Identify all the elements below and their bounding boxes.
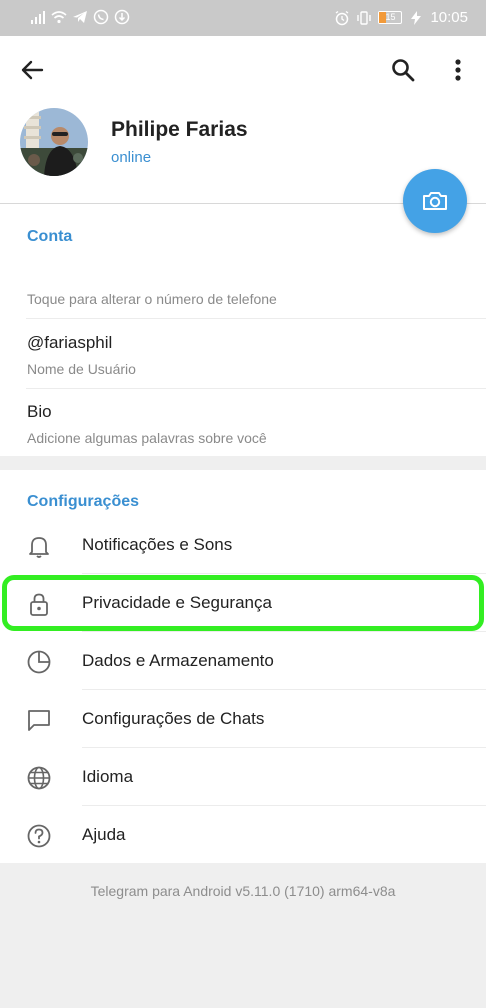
chat-bubble-icon: [28, 710, 50, 731]
username-hint: Nome de Usuário: [27, 361, 136, 377]
search-icon[interactable]: [389, 56, 417, 84]
charging-icon: [411, 10, 422, 25]
help-icon: [27, 824, 51, 848]
settings-item-label: Dados e Armazenamento: [82, 651, 274, 670]
settings-item-data-storage[interactable]: Dados e Armazenamento: [0, 632, 486, 690]
globe-icon: [27, 766, 51, 790]
vibrate-icon: [357, 10, 372, 25]
pie-chart-icon: [27, 650, 51, 674]
signal-icon: [31, 11, 45, 24]
bell-icon: [29, 537, 49, 558]
wifi-icon: [51, 11, 67, 24]
back-arrow-icon[interactable]: [18, 56, 46, 84]
settings-item-label: Ajuda: [82, 825, 126, 844]
settings-item-help[interactable]: Ajuda: [0, 806, 486, 864]
bio-hint: Adicione algumas palavras sobre você: [27, 430, 267, 446]
settings-item-chat-settings[interactable]: Configurações de Chats: [0, 690, 486, 748]
account-section: Conta Toque para alterar o número de tel…: [0, 203, 486, 456]
highlight-box: [2, 575, 484, 631]
app-version: Telegram para Android v5.11.0 (1710) arm…: [90, 883, 396, 899]
status-bar: 15 10:05: [0, 0, 486, 36]
username-value: @fariasphil: [27, 333, 113, 352]
settings-item-label: Configurações de Chats: [82, 709, 265, 728]
battery-level: 15: [385, 12, 396, 22]
bio-row[interactable]: Bio Adicione algumas palavras sobre você: [0, 389, 486, 457]
bio-value: Bio: [27, 402, 52, 421]
more-options-icon[interactable]: [446, 56, 470, 84]
download-icon: [114, 9, 130, 25]
settings-item-label: Idioma: [82, 767, 134, 786]
settings-item-language[interactable]: Idioma: [0, 748, 486, 806]
settings-section: Configurações Notificações e Sons Privac…: [0, 470, 486, 863]
settings-item-notifications[interactable]: Notificações e Sons: [0, 516, 486, 574]
phone-number-row[interactable]: Toque para alterar o número de telefone: [0, 274, 486, 319]
profile-status: online: [111, 149, 152, 166]
profile-name: Philipe Farias: [111, 118, 248, 141]
avatar-photo: [20, 108, 88, 176]
settings-item-label: Notificações e Sons: [82, 535, 233, 554]
username-row[interactable]: @fariasphil Nome de Usuário: [0, 319, 486, 388]
status-left-icons: [30, 9, 130, 25]
status-time: 10:05: [430, 9, 468, 26]
avatar[interactable]: [20, 108, 88, 176]
account-section-title: Conta: [27, 228, 73, 245]
whatsapp-icon: [93, 9, 109, 25]
camera-icon: [423, 192, 447, 210]
settings-section-title: Configurações: [27, 493, 140, 510]
battery-icon: 15: [378, 11, 403, 24]
set-photo-button[interactable]: [403, 169, 467, 233]
telegram-icon: [73, 11, 87, 23]
alarm-icon: [336, 10, 349, 25]
status-right-icons: 15 10:05: [334, 9, 468, 26]
phone-hint: Toque para alterar o número de telefone: [27, 291, 277, 307]
